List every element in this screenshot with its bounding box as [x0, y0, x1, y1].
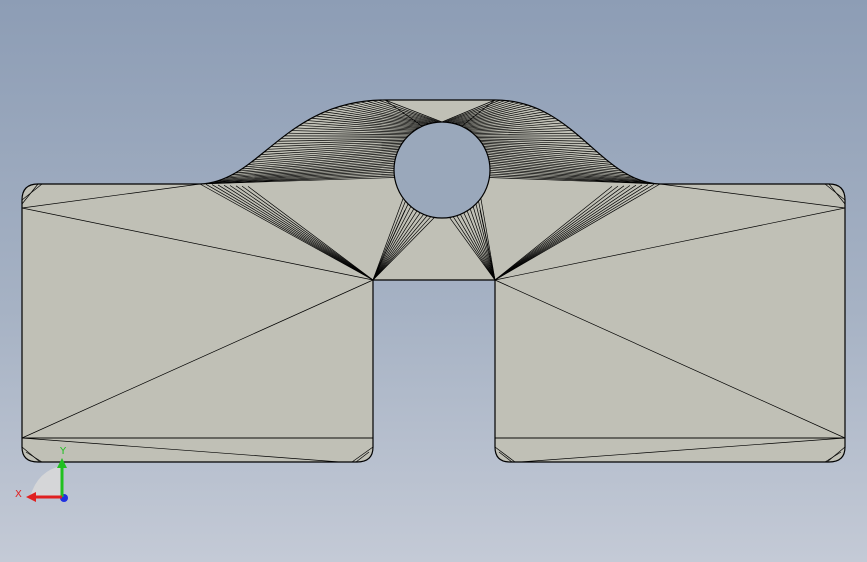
x-axis-arrow-icon — [26, 492, 36, 502]
3d-viewport[interactable]: X Y — [0, 0, 867, 562]
y-axis-label: Y — [59, 446, 67, 457]
y-axis-arrow-icon — [57, 458, 67, 468]
triad-plane — [30, 466, 62, 497]
axis-triad: X Y — [15, 446, 68, 502]
x-axis-label: X — [15, 489, 22, 500]
